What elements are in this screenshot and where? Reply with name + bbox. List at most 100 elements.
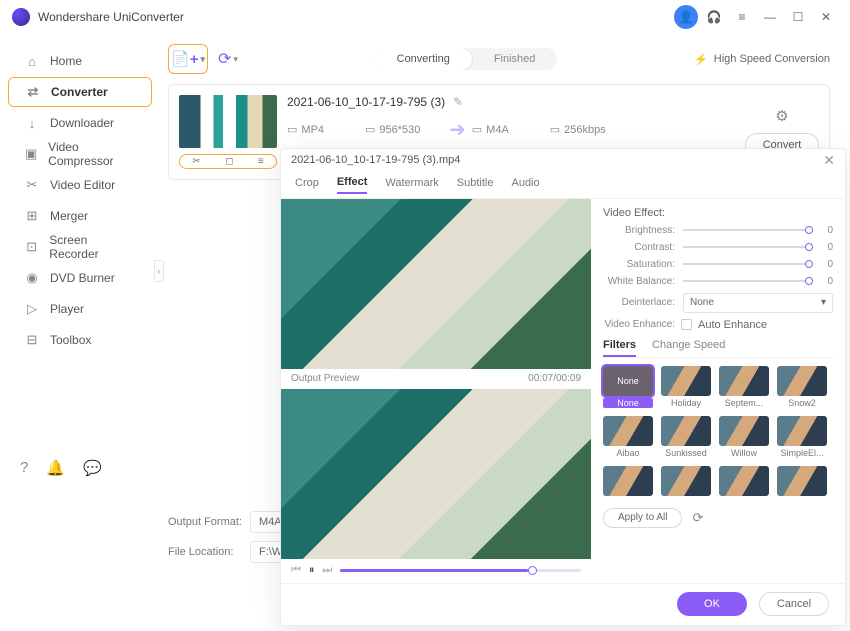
preview-original: [281, 199, 591, 369]
edit-name-icon[interactable]: ✎: [453, 95, 463, 109]
settings-icon[interactable]: ⚙: [775, 107, 788, 125]
chat-icon[interactable]: 💬: [83, 459, 102, 477]
output-format-label: Output Format:: [168, 516, 250, 528]
filter-snow2[interactable]: Snow2: [777, 366, 827, 408]
saturation-value: 0: [821, 259, 833, 270]
wb-slider[interactable]: [683, 280, 813, 282]
filter-september[interactable]: Septem...: [719, 366, 769, 408]
player-controls: ⏮ ⏸ ⏭: [281, 559, 591, 583]
sidebar-item-label: Player: [50, 302, 84, 316]
app-title: Wondershare UniConverter: [38, 10, 184, 24]
sidebar-item-recorder[interactable]: ⊡Screen Recorder: [8, 232, 152, 262]
filter-item[interactable]: [661, 466, 711, 498]
refresh-button[interactable]: ⟳▾: [218, 49, 238, 69]
minimize-button[interactable]: —: [758, 5, 782, 29]
dst-fmt: M4A: [486, 124, 509, 136]
filters-grid: NoneNone Holiday Septem... Snow2 Aibao S…: [603, 366, 833, 498]
preview-output: [281, 389, 591, 559]
help-icon[interactable]: ?: [20, 459, 28, 477]
sidebar: ⌂Home ⇄Converter ↓ Downloader ▣Video Comp…: [0, 34, 160, 631]
cancel-button[interactable]: Cancel: [759, 592, 829, 616]
editor-icon: ✂: [24, 177, 40, 193]
account-icon[interactable]: 👤: [674, 5, 698, 29]
ok-button[interactable]: OK: [677, 592, 747, 616]
sidebar-item-merger[interactable]: ⊞Merger: [8, 201, 152, 231]
tab-watermark[interactable]: Watermark: [385, 177, 438, 193]
subtab-speed[interactable]: Change Speed: [652, 339, 725, 357]
effect-dialog: 2021-06-10_10-17-19-795 (3).mp4 ✕ Crop E…: [280, 148, 846, 626]
add-file-button[interactable]: 📄+▾: [168, 44, 208, 74]
wb-label: White Balance:: [603, 276, 675, 287]
tab-audio[interactable]: Audio: [511, 177, 539, 193]
trim-icon[interactable]: ✂: [192, 156, 200, 167]
apply-to-all-button[interactable]: Apply to All: [603, 508, 682, 528]
preview-label: Output Preview: [291, 373, 359, 384]
seek-slider[interactable]: [340, 569, 581, 572]
filter-sunkissed[interactable]: Sunkissed: [661, 416, 711, 458]
filter-item[interactable]: [719, 466, 769, 498]
filter-simpleel[interactable]: SimpleEl...: [777, 416, 827, 458]
sidebar-item-toolbox[interactable]: ⊟Toolbox: [8, 325, 152, 355]
recorder-icon: ⊡: [24, 239, 39, 255]
sidebar-item-converter[interactable]: ⇄Converter: [8, 77, 152, 107]
close-button[interactable]: ✕: [814, 5, 838, 29]
file-thumbnail[interactable]: [179, 95, 277, 148]
prev-button[interactable]: ⏮: [291, 564, 301, 577]
dialog-close-icon[interactable]: ✕: [823, 152, 835, 169]
more-icon[interactable]: ≡: [258, 156, 264, 167]
auto-enhance-checkbox[interactable]: [681, 319, 692, 330]
filter-aibao[interactable]: Aibao: [603, 416, 653, 458]
sidebar-item-label: Video Editor: [50, 178, 115, 192]
preview-column: Output Preview00:07/00:09 ⏮ ⏸ ⏭: [281, 199, 591, 583]
reset-icon[interactable]: ⟳: [692, 510, 703, 526]
pause-button[interactable]: ⏸: [309, 564, 315, 577]
filter-willow[interactable]: Willow: [719, 416, 769, 458]
sidebar-item-compressor[interactable]: ▣Video Compressor: [8, 139, 152, 169]
status-tabs: Converting Finished: [375, 48, 558, 70]
filter-none[interactable]: NoneNone: [603, 366, 653, 408]
sidebar-item-label: Video Compressor: [48, 140, 136, 168]
brightness-label: Brightness:: [603, 225, 675, 236]
tab-effect[interactable]: Effect: [337, 176, 368, 194]
fmt-icon: ▭: [287, 123, 297, 136]
tab-finished[interactable]: Finished: [472, 48, 558, 70]
support-icon[interactable]: 🎧: [702, 5, 726, 29]
chevron-down-icon: ▾: [233, 54, 238, 65]
next-button[interactable]: ⏭: [322, 564, 332, 577]
contrast-slider[interactable]: [683, 246, 813, 248]
sidebar-footer: ? 🔔 💬: [0, 459, 160, 477]
tab-converting[interactable]: Converting: [375, 48, 472, 70]
high-speed-toggle[interactable]: ⚡High Speed Conversion: [694, 53, 830, 66]
fmt-icon: ▭: [472, 123, 482, 136]
tab-crop[interactable]: Crop: [295, 177, 319, 193]
subtab-filters[interactable]: Filters: [603, 339, 636, 357]
downloader-icon: ↓: [24, 115, 40, 131]
sidebar-item-label: Downloader: [50, 116, 114, 130]
app-logo: [12, 8, 30, 26]
home-icon: ⌂: [24, 53, 40, 69]
menu-icon[interactable]: ≡: [730, 5, 754, 29]
bell-icon[interactable]: 🔔: [46, 459, 65, 477]
brightness-slider[interactable]: [683, 229, 813, 231]
filter-holiday[interactable]: Holiday: [661, 366, 711, 408]
chevron-down-icon: ▾: [821, 297, 826, 308]
filter-item[interactable]: [777, 466, 827, 498]
deinterlace-select[interactable]: None▾: [683, 293, 833, 313]
file-location-label: File Location:: [168, 546, 250, 558]
maximize-button[interactable]: ☐: [786, 5, 810, 29]
sidebar-item-home[interactable]: ⌂Home: [8, 46, 152, 76]
sidebar-item-label: Toolbox: [50, 333, 91, 347]
sidebar-item-editor[interactable]: ✂ Video Editor: [8, 170, 152, 200]
sidebar-item-player[interactable]: ▷Player: [8, 294, 152, 324]
crop-icon[interactable]: ◻: [225, 156, 233, 167]
sidebar-item-dvd[interactable]: ◉DVD Burner: [8, 263, 152, 293]
res-icon: ▭: [365, 123, 375, 136]
auto-enhance-label: Auto Enhance: [698, 319, 767, 331]
tab-subtitle[interactable]: Subtitle: [457, 177, 494, 193]
arrow-right-icon: ➜: [449, 117, 466, 142]
saturation-slider[interactable]: [683, 263, 813, 265]
merger-icon: ⊞: [24, 208, 40, 224]
sidebar-item-downloader[interactable]: ↓ Downloader: [8, 108, 152, 138]
filter-item[interactable]: [603, 466, 653, 498]
file-name: 2021-06-10_10-17-19-795 (3): [287, 95, 445, 109]
